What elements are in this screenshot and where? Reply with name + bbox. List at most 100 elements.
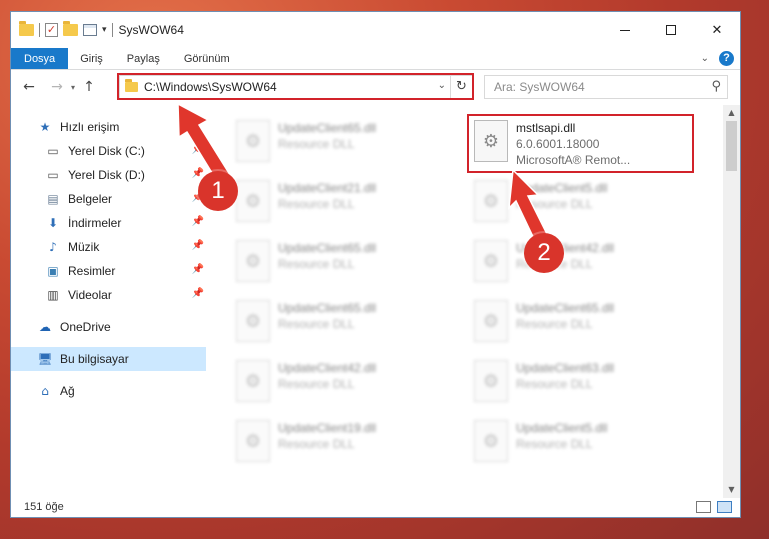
folder-icon: [19, 21, 34, 36]
expand-ribbon-icon[interactable]: ⌄: [701, 53, 709, 64]
file-name: UpdateClient65.dll: [278, 121, 377, 135]
dll-file-icon: ⚙: [236, 360, 270, 402]
pin-icon[interactable]: 📌: [192, 144, 204, 155]
file-description: Resource DLL: [278, 137, 355, 151]
address-dropdown-icon[interactable]: ⌄: [438, 80, 446, 91]
list-item[interactable]: ⚙ UpdateClient42.dllResource DLL: [232, 357, 462, 407]
tab-share[interactable]: Paylaş: [115, 48, 172, 69]
maximize-icon: [666, 25, 676, 35]
list-item[interactable]: ⚙ UpdateClient5.dll Resource DLL: [470, 417, 700, 467]
sidebar-item-label: İndirmeler: [68, 216, 122, 230]
scrollbar-thumb[interactable]: [726, 121, 737, 171]
sidebar-item-downloads[interactable]: ⬇ İndirmeler 📌: [11, 211, 208, 235]
main-area: ★ Hızlı erişim ▭ Yerel Disk (C:) 📌 ▭ Yer…: [11, 105, 740, 498]
list-item[interactable]: ⚙ UpdateClient65.dll Resource DLL: [470, 297, 700, 347]
pin-icon[interactable]: 📌: [192, 264, 204, 275]
pin-icon[interactable]: 📌: [192, 240, 204, 251]
sidebar-item-documents[interactable]: ▤ Belgeler 📌: [11, 187, 208, 211]
sidebar-item-label: Hızlı erişim: [60, 120, 120, 134]
sidebar-item-quick-access[interactable]: ★ Hızlı erişim: [11, 115, 208, 139]
list-item[interactable]: ⚙ UpdateClient19.dll Resource DLL: [232, 417, 462, 467]
minimize-button[interactable]: [602, 12, 648, 48]
file-description: Resource DLL: [516, 377, 593, 391]
properties-icon[interactable]: [83, 24, 97, 36]
scroll-up-icon[interactable]: ▲: [723, 105, 740, 121]
view-toggle: [696, 500, 740, 513]
pin-icon[interactable]: 📌: [192, 216, 204, 227]
computer-icon: 🖥: [37, 352, 53, 366]
documents-icon: ▤: [47, 192, 59, 206]
item-count: 151 öğe: [24, 500, 64, 513]
sidebar-item-label: Resimler: [68, 264, 116, 278]
sidebar-item-this-pc[interactable]: 🖥 Bu bilgisayar: [11, 347, 206, 371]
large-icons-view-icon[interactable]: [717, 500, 732, 513]
pin-icon[interactable]: 📌: [192, 288, 204, 299]
sidebar-item-music[interactable]: ♪ Müzik 📌: [11, 235, 208, 259]
file-description: Resource DLL: [278, 197, 355, 211]
list-item[interactable]: ⚙ UpdateClient42.dllResource DLL: [470, 237, 700, 287]
maximize-button[interactable]: [648, 12, 694, 48]
sidebar-item-onedrive[interactable]: ☁ OneDrive: [11, 315, 208, 339]
divider: [111, 23, 113, 37]
file-list: ⚙ UpdateClient65.dll Resource DLL ⚙ mstls…: [208, 105, 740, 498]
close-button[interactable]: ✕: [694, 12, 740, 48]
explorer-window: ✓ ▾ SysWOW64 ✕ Dosya Giriş Paylaş Görünü…: [10, 11, 741, 518]
file-description: Resource DLL: [516, 437, 593, 451]
star-icon: ★: [39, 120, 51, 134]
download-icon: ⬇: [47, 216, 59, 230]
list-item[interactable]: ⚙ UpdateClient5.dll Resource DLL: [470, 177, 700, 227]
sidebar-item-videos[interactable]: ▥ Videolar 📌: [11, 283, 208, 307]
list-item[interactable]: ⚙ UpdateClient65.dll Resource DLL: [232, 117, 462, 167]
properties-check-icon[interactable]: ✓: [45, 23, 58, 37]
list-item[interactable]: ⚙ UpdateClient65.dll Resource DLL: [232, 237, 462, 287]
help-icon[interactable]: ?: [719, 51, 734, 66]
sidebar-item-label: Belgeler: [68, 192, 113, 206]
dll-file-icon: ⚙: [236, 300, 270, 342]
tab-view[interactable]: Görünüm: [172, 48, 242, 69]
navigation-pane: ★ Hızlı erişim ▭ Yerel Disk (C:) 📌 ▭ Yer…: [11, 105, 208, 498]
list-item[interactable]: ⚙ UpdateClient21.dll Resource DLL: [232, 177, 462, 227]
refresh-icon[interactable]: ↻: [450, 76, 472, 98]
details-view-icon[interactable]: [696, 500, 711, 513]
cloud-icon: ☁: [39, 320, 51, 334]
file-name: UpdateClient5.dll: [516, 181, 608, 195]
dll-file-icon: ⚙: [474, 240, 508, 282]
dll-file-icon: ⚙: [474, 360, 508, 402]
drive-icon: ▭: [47, 168, 59, 182]
status-bar: 151 öğe: [11, 496, 740, 517]
search-icon[interactable]: ⚲: [711, 79, 721, 94]
tab-home[interactable]: Giriş: [68, 48, 115, 69]
list-item[interactable]: ⚙ UpdateClient63.dll Resource DLL: [470, 357, 700, 407]
music-icon: ♪: [49, 240, 57, 254]
address-bar[interactable]: C:\Windows\SysWOW64 ⌄ ↻: [119, 75, 473, 99]
sidebar-item-pictures[interactable]: ▣ Resimler 📌: [11, 259, 208, 283]
sidebar-item-network[interactable]: ⌂ Ağ: [11, 379, 208, 403]
recent-dropdown-icon[interactable]: ▾: [67, 83, 79, 92]
vertical-scrollbar[interactable]: ▲ ▼: [723, 105, 740, 498]
search-placeholder[interactable]: Ara: SysWOW64: [494, 80, 585, 94]
sidebar-item-label: OneDrive: [60, 320, 111, 334]
file-name: UpdateClient65.dll: [278, 241, 377, 255]
minimize-icon: [620, 29, 630, 31]
dll-file-icon: ⚙: [236, 180, 270, 222]
tab-file[interactable]: Dosya: [11, 48, 69, 69]
step-badge-1: 1: [198, 171, 238, 211]
dll-file-icon: ⚙: [236, 240, 270, 282]
up-arrow-icon[interactable]: ↑: [79, 79, 99, 95]
search-box[interactable]: Ara: SysWOW64 ⚲: [484, 75, 728, 99]
title-bar: ✓ ▾ SysWOW64 ✕: [11, 12, 740, 48]
videos-icon: ▥: [47, 288, 59, 302]
sidebar-item-local-disk-c[interactable]: ▭ Yerel Disk (C:) 📌: [11, 139, 208, 163]
list-item[interactable]: ⚙ UpdateClient65.dll Resource DLL: [232, 297, 462, 347]
file-name: UpdateClient63.dll: [516, 361, 615, 375]
pictures-icon: ▣: [47, 264, 59, 278]
back-arrow-icon[interactable]: ←: [19, 79, 39, 95]
forward-arrow-icon[interactable]: →: [47, 79, 67, 95]
dll-file-icon: ⚙: [236, 120, 270, 162]
sidebar-item-local-disk-d[interactable]: ▭ Yerel Disk (D:) 📌: [11, 163, 208, 187]
customize-dropdown-icon[interactable]: ▾: [102, 25, 107, 35]
address-path[interactable]: C:\Windows\SysWOW64: [144, 80, 277, 94]
new-folder-icon[interactable]: [63, 21, 78, 36]
